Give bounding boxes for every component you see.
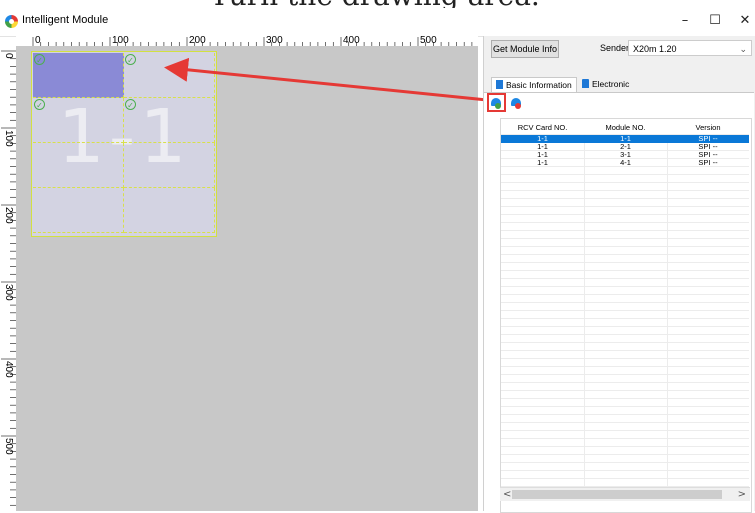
row-divider (501, 206, 749, 207)
row-divider (501, 262, 749, 263)
read-module-info-button[interactable] (487, 93, 506, 112)
tab-electronic-label[interactable]: Electronic Label (578, 77, 652, 104)
row-divider (501, 366, 749, 367)
row-divider (501, 350, 749, 351)
row-divider (501, 326, 749, 327)
row-divider (501, 430, 749, 431)
row-divider (501, 406, 749, 407)
sender-select[interactable]: X20m 1.20 ⌄ (628, 40, 752, 56)
table-cell: 1-1 (537, 158, 548, 167)
scroll-left-button[interactable]: < (503, 488, 511, 501)
column-header-module-no[interactable]: Module NO. (584, 123, 667, 132)
row-divider (501, 190, 749, 191)
row-divider (501, 318, 749, 319)
row-divider (501, 438, 749, 439)
row-divider (501, 230, 749, 231)
row-divider (501, 342, 749, 343)
row-divider (501, 286, 749, 287)
document-icon (496, 80, 503, 89)
row-divider (501, 382, 749, 383)
get-module-info-button[interactable]: Get Module Info (491, 40, 559, 58)
row-divider (501, 294, 749, 295)
table-row[interactable]: 1-1 4-1 SPI -- (501, 159, 749, 167)
row-divider (501, 174, 749, 175)
row-divider (501, 374, 749, 375)
sender-value: X20m 1.20 (633, 44, 677, 54)
row-divider (501, 198, 749, 199)
write-icon-badge (515, 103, 521, 109)
row-divider (501, 398, 749, 399)
row-divider (501, 334, 749, 335)
column-divider (667, 134, 668, 499)
chevron-down-icon: ⌄ (739, 44, 747, 54)
table-cell: SPI -- (698, 158, 718, 167)
scroll-right-button[interactable]: > (738, 488, 746, 501)
row-divider (501, 454, 749, 455)
row-divider (501, 478, 749, 479)
scrollbar-thumb[interactable] (512, 490, 722, 499)
row-divider (501, 214, 749, 215)
row-divider (501, 462, 749, 463)
write-module-info-button[interactable] (509, 95, 525, 111)
row-divider (501, 358, 749, 359)
row-divider (501, 390, 749, 391)
row-divider (501, 310, 749, 311)
sender-label: Sender (600, 43, 630, 53)
module-info-table[interactable]: RCV Card NO. Module NO. Version 1-1 1-1 SP… (500, 118, 752, 513)
tab-label: Basic Information (506, 80, 572, 90)
column-header-rcv-card[interactable]: RCV Card NO. (501, 123, 584, 132)
row-divider (501, 270, 749, 271)
column-divider (584, 134, 585, 499)
row-divider (501, 254, 749, 255)
read-icon-badge (495, 103, 501, 109)
tab-basic-information[interactable]: Basic Information (491, 77, 577, 92)
row-divider (501, 278, 749, 279)
row-divider (501, 246, 749, 247)
row-divider (501, 238, 749, 239)
row-divider (501, 302, 749, 303)
row-divider (501, 470, 749, 471)
row-divider (501, 422, 749, 423)
row-divider (501, 222, 749, 223)
arrow-icon (164, 57, 488, 102)
horizontal-scrollbar[interactable]: < > (500, 487, 750, 501)
row-divider (501, 414, 749, 415)
row-divider (501, 446, 749, 447)
table-cell: 4-1 (620, 158, 631, 167)
row-divider (501, 182, 749, 183)
bookmark-icon (582, 79, 589, 88)
column-header-version[interactable]: Version (667, 123, 749, 132)
